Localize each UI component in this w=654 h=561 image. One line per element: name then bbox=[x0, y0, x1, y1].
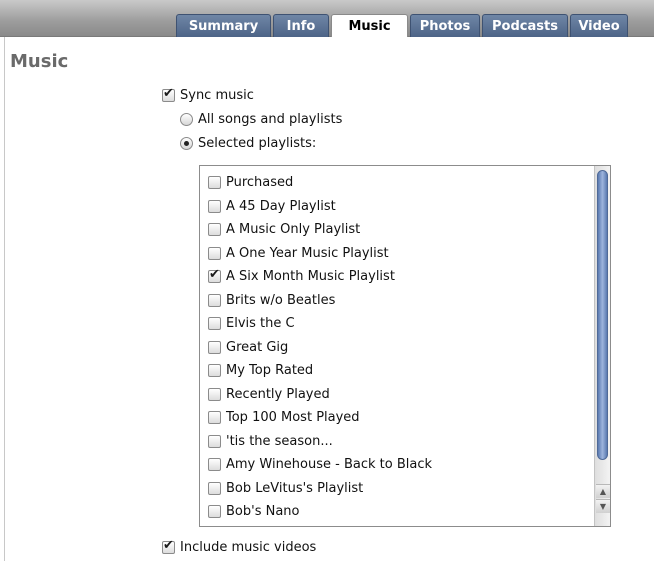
playlist-label: Brits w/o Beatles bbox=[226, 292, 336, 308]
tab-podcasts[interactable]: Podcasts bbox=[482, 14, 568, 37]
playlist-label: Bob's Nano bbox=[226, 504, 300, 520]
include-videos-label: Include music videos bbox=[180, 540, 317, 555]
playlist-label: Purchased bbox=[226, 175, 294, 191]
tab-summary[interactable]: Summary bbox=[176, 14, 271, 37]
playlist-label: A Music Only Playlist bbox=[226, 222, 361, 238]
sync-music-label: Sync music bbox=[180, 88, 254, 103]
triangle-up-icon[interactable]: ▲ bbox=[596, 484, 610, 498]
playlist-label: Bob LeVitus's Playlist bbox=[226, 480, 364, 496]
selected-playlists-label: Selected playlists: bbox=[198, 136, 317, 151]
playlist-item[interactable]: Bob's Nano bbox=[208, 500, 432, 524]
all-songs-option[interactable]: All songs and playlists bbox=[180, 112, 342, 127]
scrollbar-thumb[interactable] bbox=[597, 170, 608, 460]
playlist-item[interactable]: Great Gig bbox=[208, 336, 432, 360]
playlist-item[interactable]: Purchased bbox=[208, 171, 432, 195]
tab-photos[interactable]: Photos bbox=[410, 14, 480, 37]
playlist-label: My Top Rated bbox=[226, 363, 314, 379]
playlist-label: A 45 Day Playlist bbox=[226, 198, 336, 214]
playlist-item[interactable]: Recently Played bbox=[208, 383, 432, 407]
playlist-label: Amy Winehouse - Back to Black bbox=[226, 457, 433, 473]
playlist-item[interactable]: Elvis the C bbox=[208, 312, 432, 336]
playlist-label: A Six Month Music Playlist bbox=[226, 269, 395, 285]
playlist-checkbox[interactable] bbox=[208, 505, 221, 519]
section-title: Music bbox=[10, 51, 69, 72]
tab-info[interactable]: Info bbox=[273, 14, 329, 37]
tab-music[interactable]: Music bbox=[331, 14, 408, 37]
playlist-checkbox[interactable] bbox=[208, 199, 221, 213]
tab-bar: Summary Info Music Photos Podcasts Video bbox=[0, 0, 654, 37]
playlist-item[interactable]: A One Year Music Playlist bbox=[208, 242, 432, 266]
playlist-label: Great Gig bbox=[226, 339, 289, 355]
playlist-label: Top 100 Most Played bbox=[226, 410, 360, 426]
playlist-label: 'tis the season... bbox=[226, 433, 333, 449]
playlist-label: Elvis the C bbox=[226, 316, 295, 332]
selected-playlists-radio[interactable] bbox=[180, 137, 193, 150]
playlist-label: A One Year Music Playlist bbox=[226, 245, 389, 261]
playlist-list[interactable]: Purchased A 45 Day Playlist A Music Only… bbox=[199, 165, 611, 527]
left-divider bbox=[4, 37, 5, 561]
playlist-item[interactable]: A Six Month Music Playlist bbox=[208, 265, 432, 289]
playlist-checkbox[interactable] bbox=[208, 411, 221, 425]
scrollbar[interactable]: ▲ ▼ bbox=[594, 166, 610, 526]
triangle-down-icon[interactable]: ▼ bbox=[596, 499, 610, 513]
selected-playlists-option[interactable]: Selected playlists: bbox=[180, 136, 316, 151]
playlist-checkbox[interactable] bbox=[208, 458, 221, 472]
sync-music-option[interactable]: Sync music bbox=[162, 86, 254, 103]
playlist-item[interactable]: My Top Rated bbox=[208, 359, 432, 383]
playlist-checkbox[interactable] bbox=[208, 364, 221, 378]
playlist-item[interactable]: Top 100 Most Played bbox=[208, 406, 432, 430]
playlist-item[interactable]: Amy Winehouse - Back to Black bbox=[208, 453, 432, 477]
playlist-checkbox[interactable] bbox=[208, 267, 221, 284]
all-songs-label: All songs and playlists bbox=[198, 112, 343, 127]
playlist-checkbox[interactable] bbox=[208, 176, 221, 190]
playlist-item[interactable]: Brits w/o Beatles bbox=[208, 289, 432, 313]
playlist-item[interactable]: 'tis the season... bbox=[208, 430, 432, 454]
tab-video[interactable]: Video bbox=[570, 14, 628, 37]
playlist-item[interactable]: A Music Only Playlist bbox=[208, 218, 432, 242]
playlist-label: Recently Played bbox=[226, 386, 330, 402]
playlist-checkbox[interactable] bbox=[208, 434, 221, 448]
playlist-checkbox[interactable] bbox=[208, 387, 221, 401]
all-songs-radio[interactable] bbox=[180, 113, 193, 126]
playlist-checkbox[interactable] bbox=[208, 246, 221, 260]
sync-music-checkbox[interactable] bbox=[162, 86, 175, 102]
playlist-checkbox[interactable] bbox=[208, 481, 221, 495]
playlist-checkbox[interactable] bbox=[208, 293, 221, 307]
playlist-item[interactable]: Bob LeVitus's Playlist bbox=[208, 477, 432, 501]
include-videos-option[interactable]: Include music videos bbox=[162, 538, 317, 555]
playlist-checkbox[interactable] bbox=[208, 317, 221, 331]
include-videos-checkbox[interactable] bbox=[162, 538, 175, 554]
playlist-checkbox[interactable] bbox=[208, 340, 221, 354]
playlist-item[interactable]: A 45 Day Playlist bbox=[208, 195, 432, 219]
tabs: Summary Info Music Photos Podcasts Video bbox=[176, 14, 630, 37]
playlist-checkbox[interactable] bbox=[208, 223, 221, 237]
playlist-items: Purchased A 45 Day Playlist A Music Only… bbox=[208, 171, 432, 524]
